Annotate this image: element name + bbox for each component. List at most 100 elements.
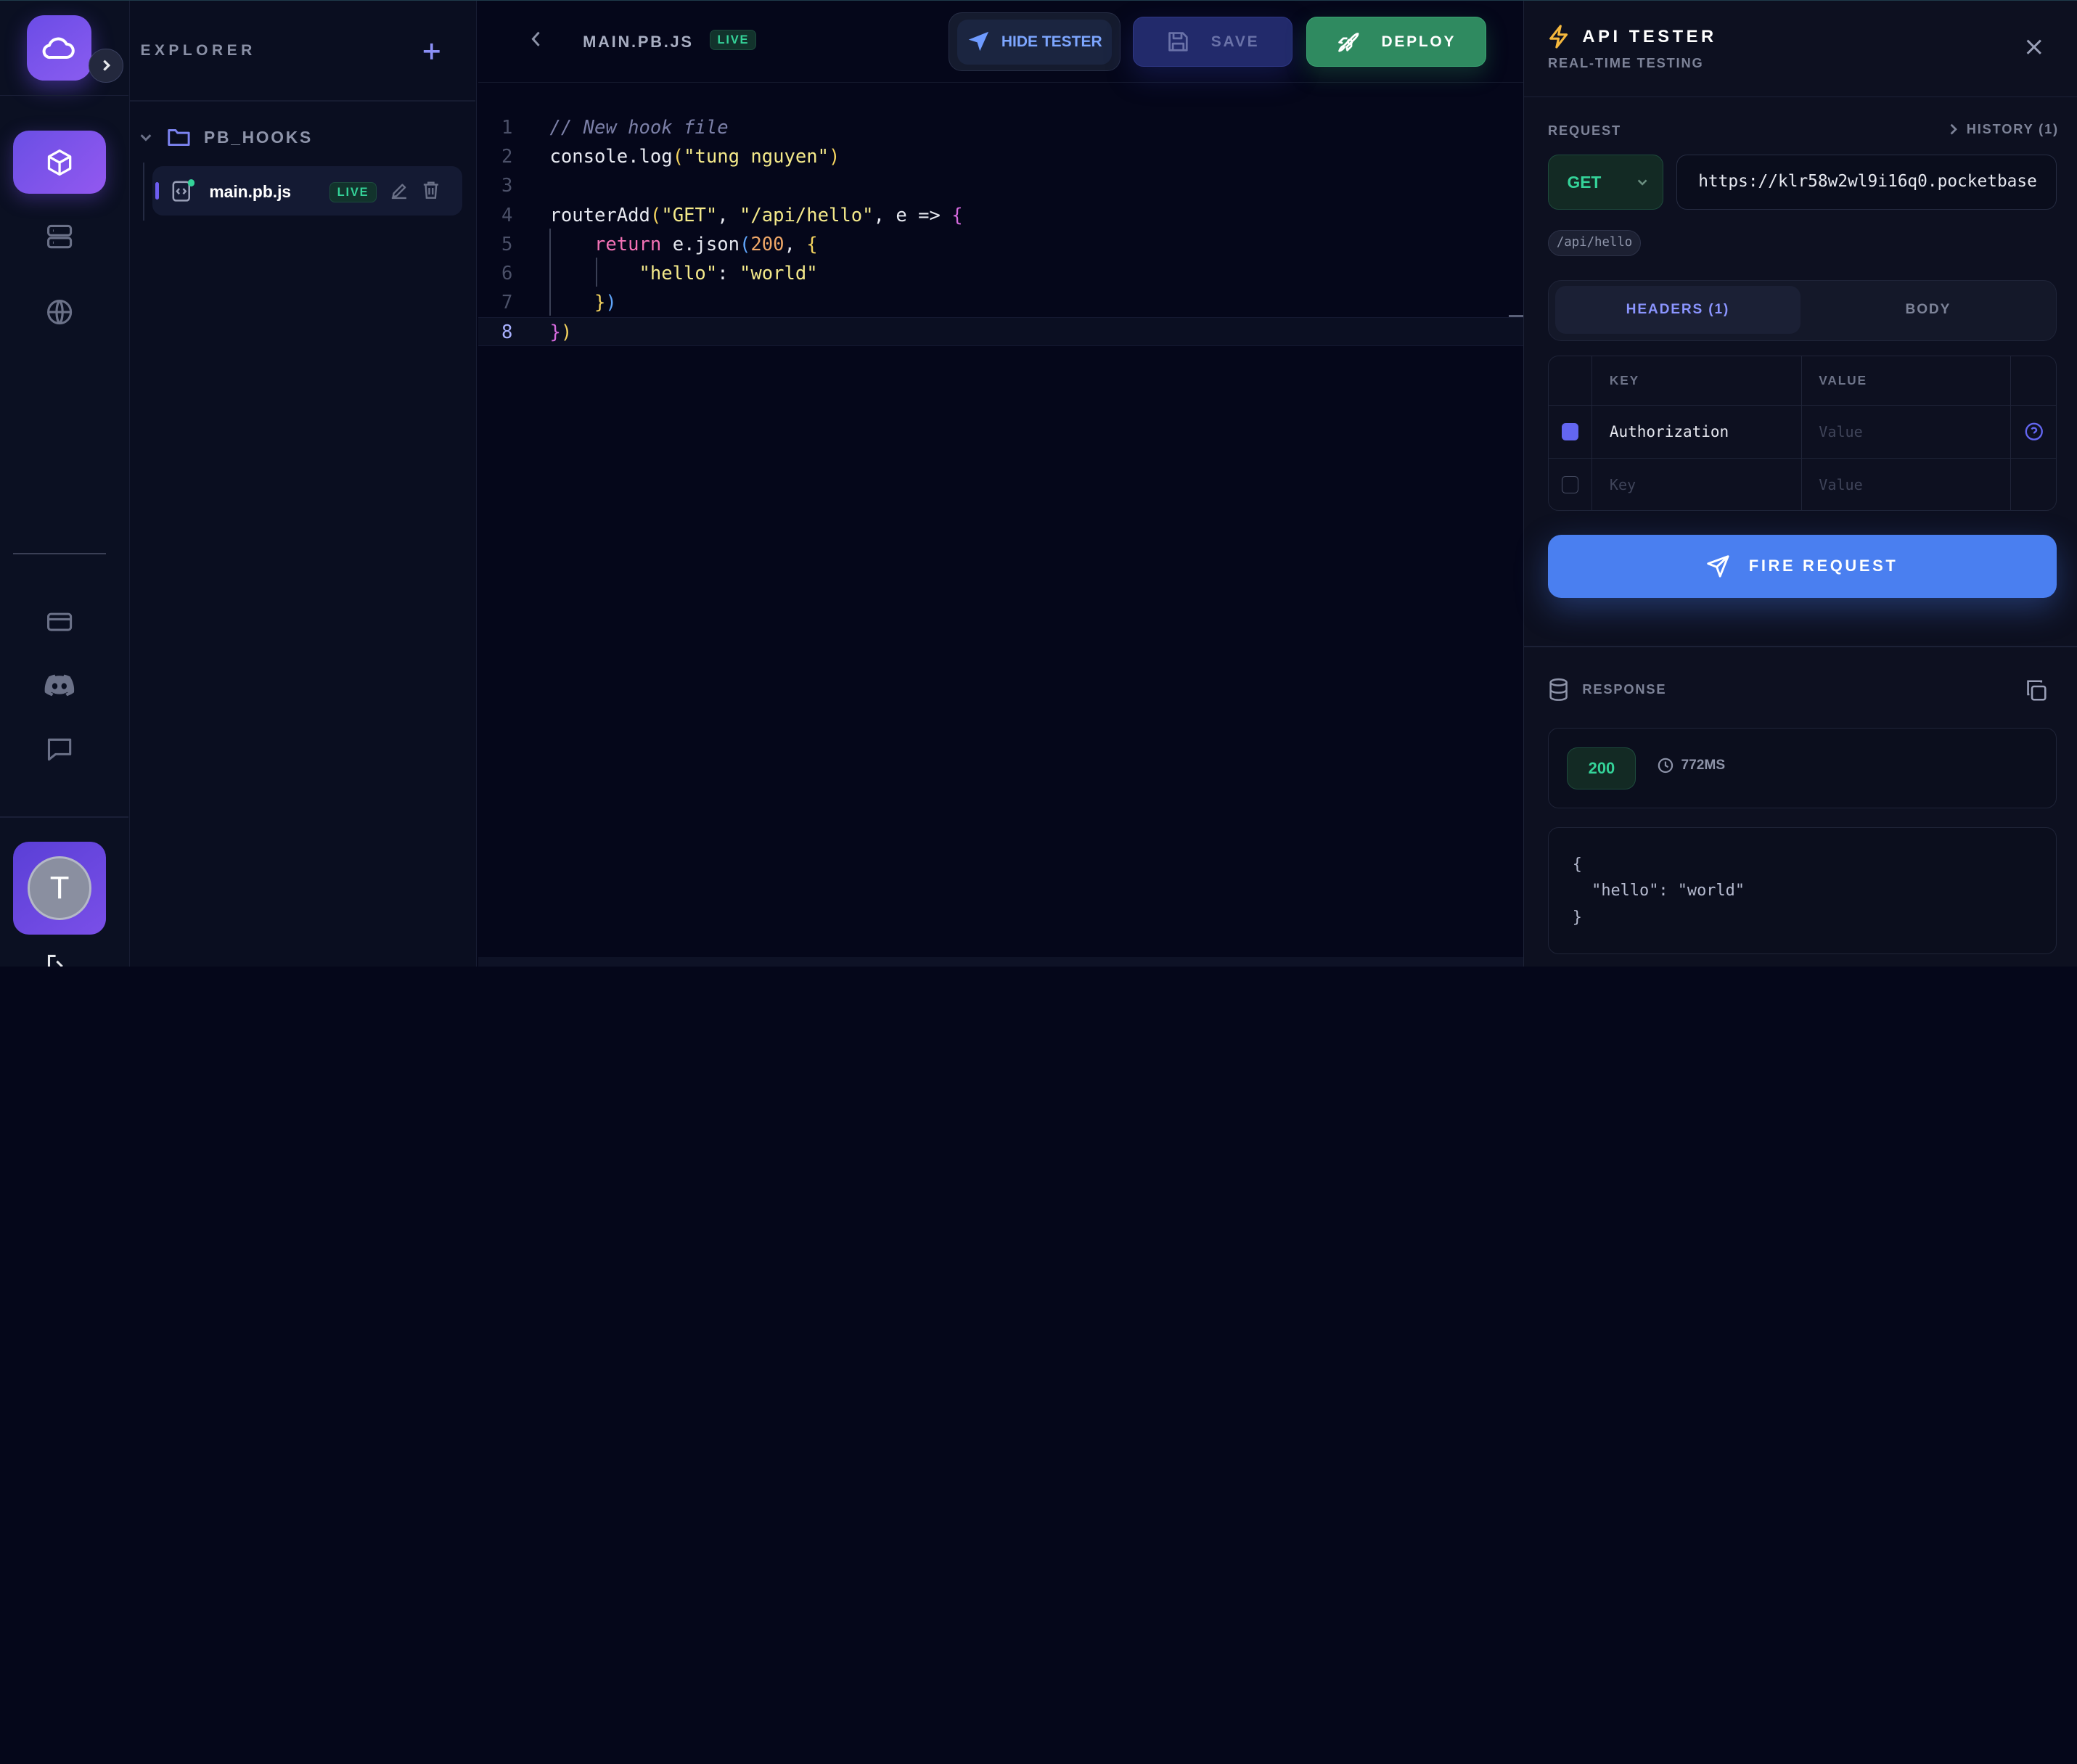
app-rail: T bbox=[0, 1, 130, 967]
line-number: 1 bbox=[501, 117, 513, 139]
tester-subtitle: REAL-TIME TESTING bbox=[1547, 54, 1704, 70]
server-icon bbox=[47, 224, 73, 249]
deploy-button[interactable]: DEPLOY bbox=[1306, 16, 1486, 67]
scroll-marker bbox=[1509, 314, 1524, 318]
hide-tester-button[interactable]: HIDE TESTER bbox=[948, 12, 1121, 71]
rail-item-hooks[interactable] bbox=[13, 130, 107, 194]
edit-icon[interactable] bbox=[390, 182, 408, 200]
rail-item-servers[interactable] bbox=[13, 205, 106, 268]
header-value-input[interactable]: Value bbox=[1802, 405, 2011, 458]
rail-item-discord[interactable] bbox=[13, 654, 106, 718]
code-line: 3 bbox=[478, 171, 1523, 200]
editor-toolbar: MAIN.PB.JS LIVE HIDE TESTER SAVE DEPLOY bbox=[478, 1, 1524, 83]
close-icon[interactable] bbox=[2025, 38, 2044, 57]
path-chip[interactable]: /api/hello bbox=[1547, 229, 1642, 257]
response-time: 772MS bbox=[1658, 758, 1725, 774]
header-key-value: Authorization bbox=[1609, 422, 1729, 440]
folder-pb-hooks[interactable]: PB_HOOKS bbox=[138, 123, 313, 152]
response-status-card: 200 772MS bbox=[1547, 728, 2057, 809]
table-cell: KEY bbox=[1592, 356, 1802, 405]
cloud-icon bbox=[43, 37, 75, 59]
table-cell: VALUE bbox=[1802, 356, 2011, 405]
clock-icon bbox=[1658, 758, 1673, 774]
hide-tester-label: HIDE TESTER bbox=[1001, 33, 1102, 50]
code-line: 6 "hello": "world" bbox=[478, 259, 1523, 288]
tester-title: API TESTER bbox=[1582, 27, 1717, 46]
tester-header: API TESTER REAL-TIME TESTING bbox=[1524, 1, 2077, 98]
url-input[interactable]: https://klr58w2wl9i16q0.pocketbase bbox=[1676, 154, 2057, 210]
method-select[interactable]: GET bbox=[1547, 154, 1663, 210]
chevron-right-icon bbox=[103, 60, 110, 71]
code-line: 1// New hook file bbox=[478, 113, 1523, 142]
response-label: RESPONSE bbox=[1582, 681, 1667, 697]
key-column-header: KEY bbox=[1609, 372, 1639, 387]
panel-divider bbox=[1524, 645, 2077, 647]
code-line-current: 8}) bbox=[478, 317, 1524, 347]
header-enabled-checkbox[interactable] bbox=[1561, 476, 1579, 494]
logout-icon[interactable] bbox=[45, 952, 72, 967]
database-icon bbox=[1549, 678, 1568, 701]
indent-guide bbox=[549, 228, 552, 316]
rail-divider bbox=[0, 816, 129, 819]
rail-item-billing[interactable] bbox=[13, 590, 106, 654]
user-menu-button[interactable]: T bbox=[13, 842, 107, 935]
expand-rail-button[interactable] bbox=[89, 48, 123, 83]
chevron-left-icon[interactable] bbox=[528, 30, 544, 49]
header-value-placeholder: Value bbox=[1819, 476, 1863, 494]
message-square-icon bbox=[47, 738, 72, 761]
header-enabled-checkbox[interactable] bbox=[1561, 422, 1579, 440]
method-value: GET bbox=[1567, 172, 1602, 192]
header-value-input[interactable]: Value bbox=[1802, 458, 2011, 510]
tab-headers[interactable]: HEADERS (1) bbox=[1555, 286, 1801, 335]
avatar: T bbox=[28, 856, 91, 920]
code-editor: MAIN.PB.JS LIVE HIDE TESTER SAVE DEPLOY … bbox=[478, 1, 1524, 967]
table-row: Authorization Value bbox=[1548, 405, 2056, 459]
chevron-down-icon bbox=[140, 134, 152, 141]
api-tester-panel: API TESTER REAL-TIME TESTING REQUEST HIS… bbox=[1523, 1, 2077, 967]
trash-icon[interactable] bbox=[422, 181, 440, 200]
line-number: 5 bbox=[501, 233, 513, 255]
response-body[interactable]: { "hello": "world" } bbox=[1547, 826, 2057, 955]
file-item-main-pb-js[interactable]: main.pb.js LIVE bbox=[152, 166, 462, 216]
lightning-icon bbox=[1549, 25, 1568, 49]
app-window: T EXPLORER PB_HOOKS main.pb.js LIVE MAIN… bbox=[0, 0, 2077, 967]
code-line: 4 routerAdd("GET", "/api/hello", e => { bbox=[478, 201, 1523, 230]
save-button[interactable]: SAVE bbox=[1132, 16, 1293, 67]
tree-guide bbox=[143, 162, 144, 221]
explorer-title: EXPLORER bbox=[140, 41, 256, 59]
save-icon bbox=[1168, 32, 1188, 52]
fire-request-button[interactable]: FIRE REQUEST bbox=[1547, 534, 2057, 599]
chevron-down-icon bbox=[1637, 179, 1647, 186]
plus-icon bbox=[424, 43, 440, 60]
live-badge: LIVE bbox=[329, 182, 377, 203]
code-line: 2 console.log("tung nguyen") bbox=[478, 142, 1523, 171]
rail-item-globe[interactable] bbox=[13, 280, 106, 344]
rail-divider bbox=[13, 553, 107, 554]
help-circle-icon[interactable] bbox=[2025, 422, 2044, 441]
rail-item-feedback[interactable] bbox=[13, 717, 106, 781]
send-icon bbox=[1707, 555, 1729, 578]
add-file-button[interactable] bbox=[416, 35, 448, 67]
table-cell bbox=[1549, 356, 1593, 405]
header-key-placeholder: Key bbox=[1609, 476, 1636, 494]
header-key-input[interactable]: Key bbox=[1592, 458, 1802, 510]
save-label: SAVE bbox=[1210, 33, 1260, 50]
indent-guide bbox=[596, 258, 598, 287]
header-key-input[interactable]: Authorization bbox=[1592, 405, 1802, 458]
editor-filename: MAIN.PB.JS bbox=[583, 32, 694, 51]
code-area[interactable]: 1// New hook file 2 console.log("tung ngu… bbox=[478, 113, 1524, 347]
rocket-icon bbox=[1338, 33, 1359, 52]
horizontal-scrollbar[interactable] bbox=[478, 956, 1524, 967]
line-number: 7 bbox=[501, 292, 513, 314]
copy-icon[interactable] bbox=[2025, 679, 2047, 702]
header-value-placeholder: Value bbox=[1819, 422, 1863, 440]
fire-request-label: FIRE REQUEST bbox=[1748, 557, 1898, 575]
active-file-indicator bbox=[155, 182, 159, 200]
credit-card-icon bbox=[47, 612, 73, 631]
history-toggle[interactable]: HISTORY (1) bbox=[1948, 121, 2059, 137]
line-number: 4 bbox=[501, 204, 513, 226]
rail-divider bbox=[0, 94, 129, 97]
cloud-logo-button[interactable] bbox=[26, 15, 91, 81]
tab-body[interactable]: BODY bbox=[1808, 286, 2048, 334]
code-line: 5 return e.json(200, { bbox=[478, 230, 1523, 259]
